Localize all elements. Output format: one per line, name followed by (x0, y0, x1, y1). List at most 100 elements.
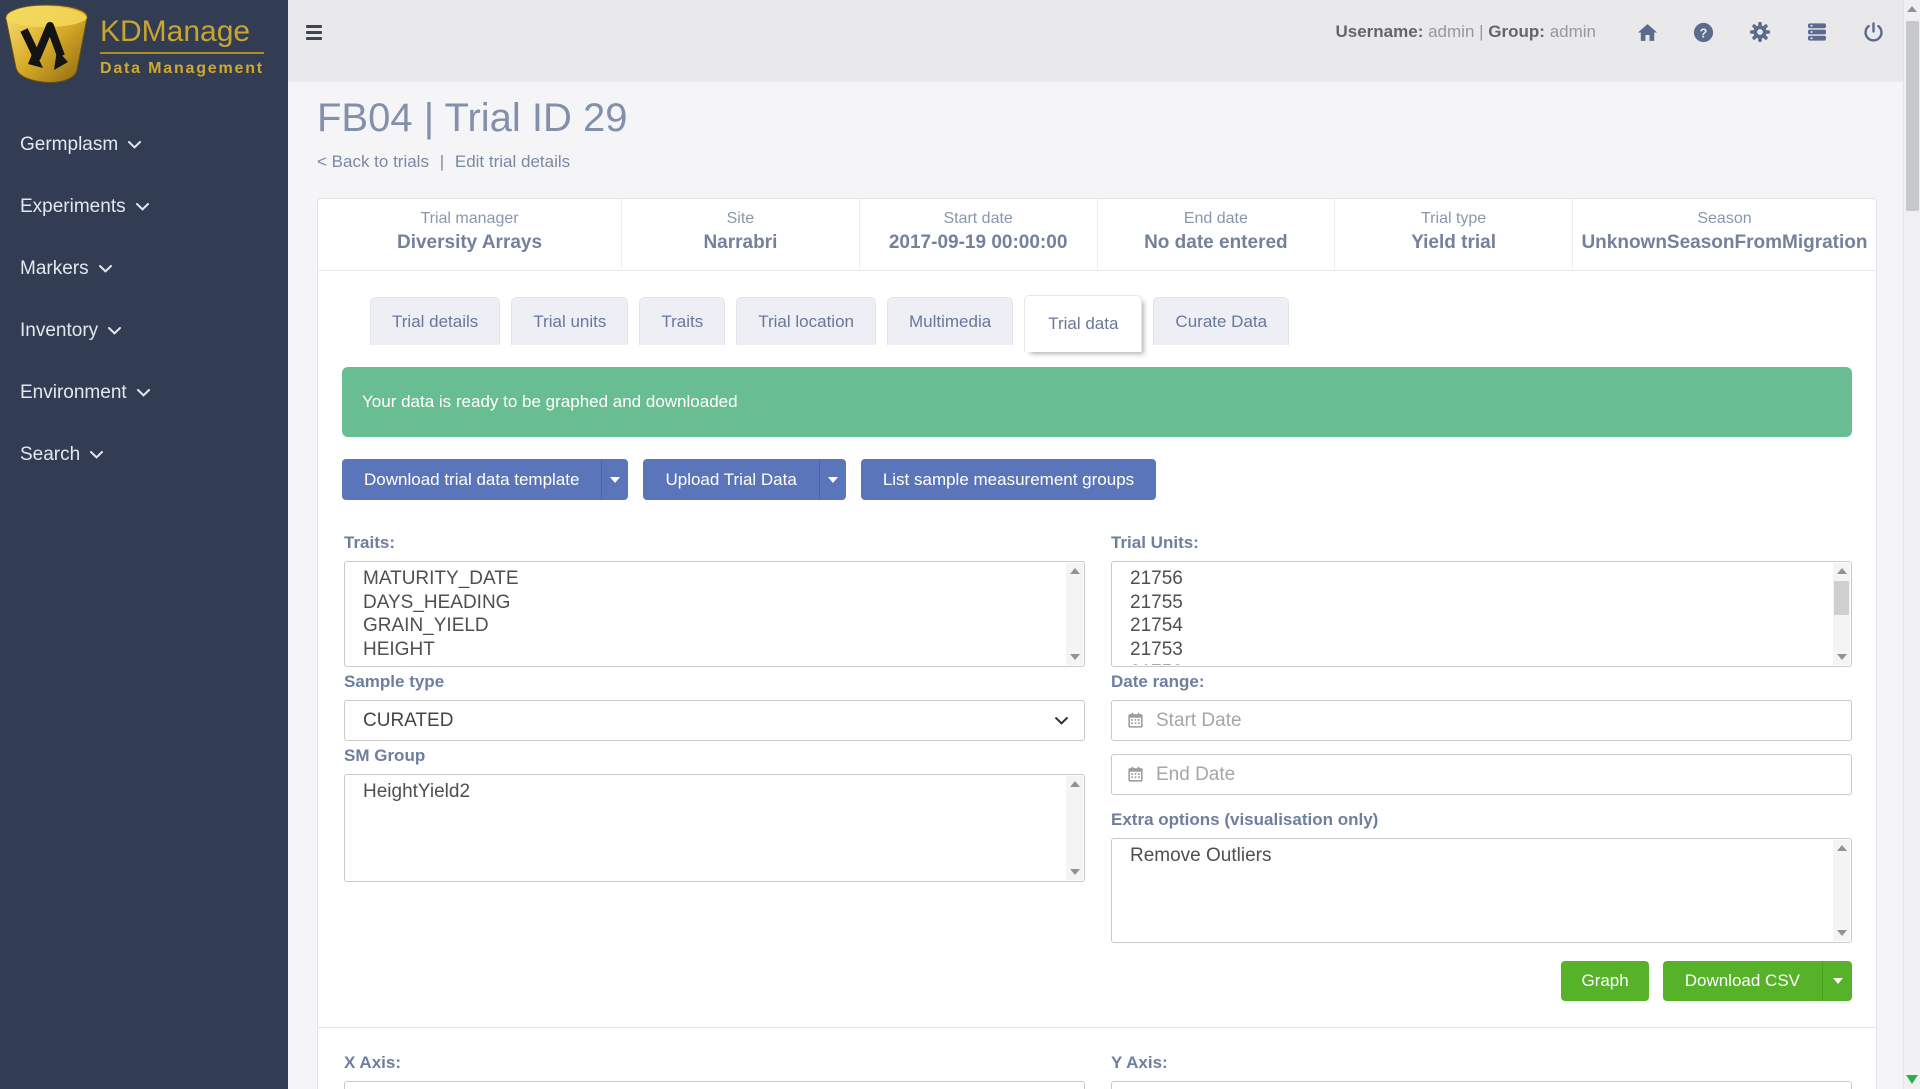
power-logout-icon[interactable] (1862, 21, 1885, 44)
scroll-down-icon[interactable] (1837, 654, 1847, 660)
chevron-down-icon (1054, 716, 1069, 725)
scroll-up-icon[interactable] (1070, 568, 1080, 574)
alert-message: Your data is ready to be graphed and dow… (362, 392, 738, 412)
trial-unit-option[interactable]: 21754 (1130, 614, 1832, 638)
tab-trial-units[interactable]: Trial units (511, 297, 628, 345)
scroll-down-icon[interactable] (1070, 869, 1080, 875)
trial-unit-option[interactable]: 21753 (1130, 638, 1832, 662)
end-date-placeholder: End Date (1156, 764, 1235, 786)
breadcrumb-divider: | (440, 152, 444, 171)
brand-logo[interactable]: KDManage Data Management (0, 0, 288, 92)
extra-option[interactable]: Remove Outliers (1130, 844, 1832, 868)
edit-trial-details-link[interactable]: Edit trial details (455, 152, 570, 171)
back-to-trials-link[interactable]: < Back to trials (317, 152, 429, 171)
sm-group-option[interactable]: HeightYield2 (363, 780, 1065, 804)
sidebar-item-label: Environment (20, 382, 127, 404)
username-value: admin (1428, 22, 1474, 41)
sidebar-item-markers[interactable]: Markers (0, 238, 288, 300)
home-icon[interactable] (1636, 21, 1659, 44)
top-icon-bar: ? (1636, 20, 1885, 44)
y-axis-label: Y Axis: (1111, 1053, 1852, 1073)
chevron-down-icon (128, 141, 141, 149)
brand-tagline: Data Management (100, 60, 264, 78)
sidebar-item-environment[interactable]: Environment (0, 362, 288, 424)
traits-option[interactable]: HEIGHT (363, 638, 1065, 662)
download-template-label: Download trial data template (342, 459, 601, 500)
toolbar: Download trial data template Upload Tria… (342, 459, 1852, 500)
menu-toggle-icon[interactable] (306, 25, 322, 44)
trial-units-listbox[interactable]: 21756 21755 21754 21753 21752 (1111, 561, 1852, 667)
sample-type-select[interactable]: CURATED (344, 700, 1085, 741)
group-value: admin (1550, 22, 1596, 41)
form-left-column: Traits: MATURITY_DATE DAYS_HEADING GRAIN… (344, 533, 1085, 1001)
scroll-up-icon[interactable] (1907, 6, 1917, 12)
sidebar-item-label: Search (20, 444, 80, 466)
list-sample-groups-button[interactable]: List sample measurement groups (861, 459, 1156, 500)
extra-options-scrollbar[interactable] (1833, 840, 1850, 941)
chevron-down-icon (99, 265, 112, 273)
success-alert: Your data is ready to be graphed and dow… (342, 367, 1852, 437)
trial-unit-option[interactable]: 21756 (1130, 567, 1832, 591)
page-scrollbar[interactable] (1903, 0, 1920, 1089)
scroll-down-icon[interactable] (1906, 1075, 1918, 1084)
trial-unit-option[interactable]: 21755 (1130, 591, 1832, 615)
sm-group-scrollbar[interactable] (1066, 776, 1083, 880)
database-servers-icon[interactable] (1805, 20, 1829, 44)
action-buttons: Graph Download CSV (1111, 961, 1852, 1001)
start-date-input[interactable]: Start Date (1111, 700, 1852, 741)
scrollbar-thumb[interactable] (1834, 581, 1849, 615)
scroll-up-icon[interactable] (1070, 781, 1080, 787)
sm-group-listbox[interactable]: HeightYield2 (344, 774, 1085, 882)
x-axis-column: X Axis: (344, 1053, 1085, 1089)
tab-trial-details[interactable]: Trial details (370, 297, 500, 345)
settings-gear-icon[interactable] (1748, 20, 1772, 44)
download-csv-caret[interactable] (1822, 961, 1852, 1001)
trial-summary-bar: Trial manager Diversity Arrays Site Narr… (318, 199, 1876, 271)
summary-label: Trial manager (318, 210, 621, 228)
page-title: FB04 | Trial ID 29 (317, 96, 1877, 140)
help-icon[interactable]: ? (1692, 21, 1715, 44)
traits-listbox[interactable]: MATURITY_DATE DAYS_HEADING GRAIN_YIELD H… (344, 561, 1085, 667)
scroll-down-icon[interactable] (1837, 930, 1847, 936)
traits-option[interactable]: DAYS_HEADING (363, 591, 1065, 615)
sidebar-item-germplasm[interactable]: Germplasm (0, 114, 288, 176)
summary-value: Yield trial (1335, 232, 1572, 254)
extra-options-listbox[interactable]: Remove Outliers (1111, 838, 1852, 943)
scrollbar-thumb[interactable] (1906, 21, 1919, 211)
summary-label: Trial type (1335, 210, 1572, 228)
brand-name: KDManage (100, 16, 264, 54)
traits-scrollbar[interactable] (1066, 563, 1083, 665)
tab-multimedia[interactable]: Multimedia (887, 297, 1013, 345)
scroll-up-icon[interactable] (1837, 568, 1847, 574)
sidebar-item-label: Experiments (20, 196, 126, 218)
sidebar-item-search[interactable]: Search (0, 424, 288, 486)
tab-curate-data[interactable]: Curate Data (1153, 297, 1289, 345)
tab-traits[interactable]: Traits (639, 297, 725, 345)
download-template-button[interactable]: Download trial data template (342, 459, 628, 500)
upload-trial-data-caret[interactable] (819, 459, 846, 500)
trial-unit-option[interactable]: 21752 (1130, 661, 1832, 665)
end-date-input[interactable]: End Date (1111, 754, 1852, 795)
download-template-caret[interactable] (601, 459, 628, 500)
axes-section: X Axis: Y Axis: (344, 1053, 1852, 1089)
y-axis-select[interactable] (1111, 1081, 1852, 1089)
graph-button[interactable]: Graph (1561, 961, 1648, 1001)
sample-type-value: CURATED (363, 710, 453, 732)
scroll-down-icon[interactable] (1070, 654, 1080, 660)
user-info: Username: admin | Group: admin (1335, 22, 1596, 42)
download-csv-button[interactable]: Download CSV (1663, 961, 1852, 1001)
caret-down-icon (828, 477, 838, 483)
upload-trial-data-button[interactable]: Upload Trial Data (643, 459, 845, 500)
tab-trial-data[interactable]: Trial data (1024, 295, 1142, 352)
sidebar-item-experiments[interactable]: Experiments (0, 176, 288, 238)
x-axis-select[interactable] (344, 1081, 1085, 1089)
scroll-up-icon[interactable] (1837, 845, 1847, 851)
sidebar-item-inventory[interactable]: Inventory (0, 300, 288, 362)
traits-option[interactable]: GRAIN_YIELD (363, 614, 1065, 638)
sm-group-label: SM Group (344, 746, 1085, 766)
y-axis-column: Y Axis: (1111, 1053, 1852, 1089)
tab-trial-location[interactable]: Trial location (736, 297, 876, 345)
section-divider (318, 1027, 1876, 1028)
traits-option[interactable]: MATURITY_DATE (363, 567, 1065, 591)
trial-units-scrollbar[interactable] (1833, 563, 1850, 665)
